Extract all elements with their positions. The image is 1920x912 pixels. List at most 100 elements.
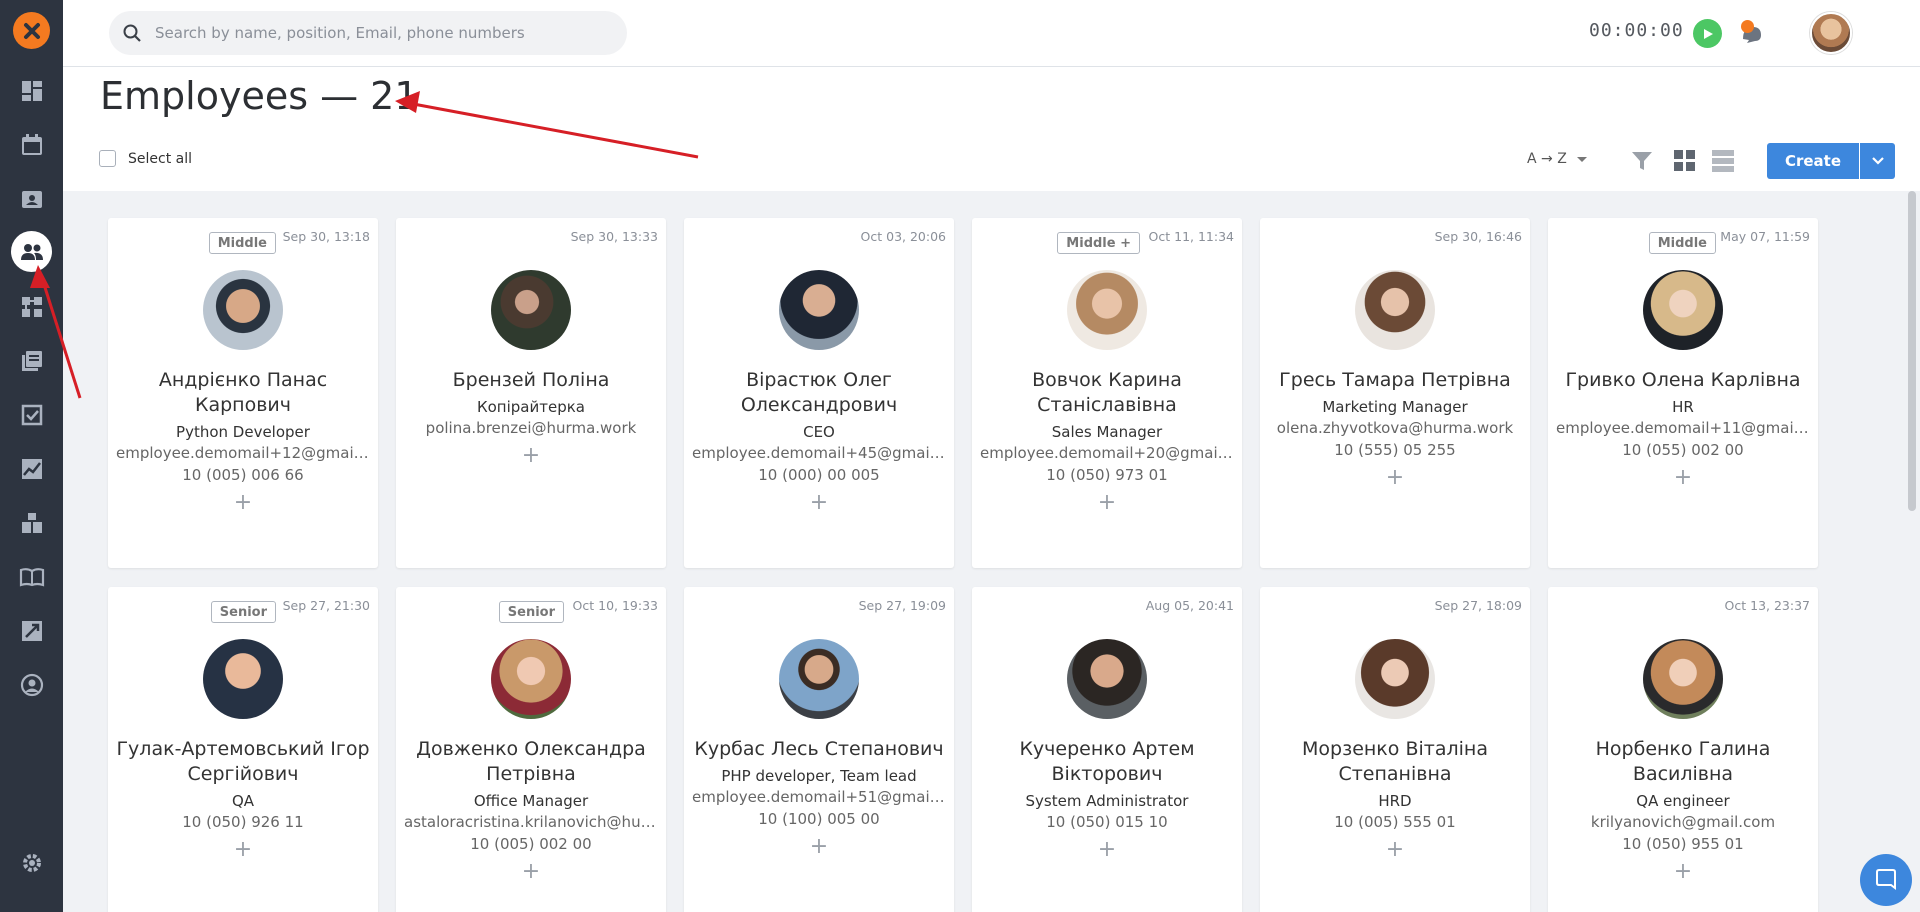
add-icon[interactable]: + xyxy=(980,837,1234,863)
employee-card[interactable]: Middle Sep 30, 13:18 Андрієнко Панас Кар… xyxy=(108,218,378,568)
employee-email[interactable]: olena.zhyvotkova@hurma.work xyxy=(1268,417,1522,439)
employee-avatar xyxy=(1643,639,1723,719)
employee-name[interactable]: Кучеренко Артем Вікторович xyxy=(980,737,1234,787)
employee-name[interactable]: Довженко Олександра Петрівна xyxy=(404,737,658,787)
reports-icon[interactable] xyxy=(11,610,52,651)
employee-phone: 10 (055) 002 00 xyxy=(1622,441,1744,459)
employee-avatar xyxy=(491,639,571,719)
employee-card[interactable]: Senior Oct 10, 19:33 Довженко Олександра… xyxy=(396,587,666,912)
employee-name[interactable]: Брензей Поліна xyxy=(404,368,658,393)
card-date: Oct 13, 23:37 xyxy=(1724,598,1810,613)
list-view-icon[interactable] xyxy=(1712,150,1734,172)
employee-name[interactable]: Гулак-Артемовський Ігор Сергійович xyxy=(116,737,370,787)
add-icon[interactable]: + xyxy=(404,443,658,469)
employee-email[interactable]: krilyanovich@gmail.com xyxy=(1556,811,1810,833)
search-input[interactable] xyxy=(155,24,595,42)
select-all-checkbox[interactable] xyxy=(99,150,116,167)
employee-name[interactable]: Морзенко Віталіна Степанівна xyxy=(1268,737,1522,787)
add-icon[interactable]: + xyxy=(1556,465,1810,491)
employee-email[interactable]: employee.demomail+11@gmail.com xyxy=(1556,417,1810,439)
time-tracker: 00:00:00 xyxy=(1589,20,1684,41)
employee-email[interactable]: employee.demomail+51@gmail.com xyxy=(692,786,946,808)
employee-email[interactable]: employee.demomail+20@gmail.com xyxy=(980,442,1234,464)
employee-card[interactable]: Oct 13, 23:37 Норбенко Галина Василівна … xyxy=(1548,587,1818,912)
settings-icon[interactable] xyxy=(11,842,52,883)
contacts-icon[interactable] xyxy=(11,178,52,219)
employee-email[interactable]: polina.brenzei@hurma.work xyxy=(404,417,658,439)
sort-label: A → Z xyxy=(1527,151,1567,167)
employee-phone: 10 (050) 926 11 xyxy=(182,813,304,831)
analytics-icon[interactable] xyxy=(11,448,52,489)
employee-position: Python Developer xyxy=(176,423,310,441)
scrollbar[interactable] xyxy=(1908,191,1916,511)
employee-card[interactable]: Oct 03, 20:06 Вірастюк Олег Олександрови… xyxy=(684,218,954,568)
card-date: Sep 30, 13:18 xyxy=(282,229,370,244)
profile-icon[interactable] xyxy=(11,664,52,705)
employee-name[interactable]: Норбенко Галина Василівна xyxy=(1556,737,1810,787)
create-dropdown-button[interactable] xyxy=(1860,143,1895,179)
employee-card[interactable]: Senior Sep 27, 21:30 Гулак-Артемовський … xyxy=(108,587,378,912)
employee-name[interactable]: Гресь Тамара Петрівна xyxy=(1268,368,1522,393)
employee-position: Sales Manager xyxy=(1051,423,1163,441)
add-icon[interactable]: + xyxy=(1268,465,1522,491)
logo-icon[interactable] xyxy=(13,12,50,49)
employee-avatar xyxy=(203,639,283,719)
select-all[interactable]: Select all xyxy=(99,150,192,167)
structure-icon[interactable] xyxy=(11,286,52,327)
filter-icon[interactable] xyxy=(1631,150,1653,172)
card-date: Sep 27, 18:09 xyxy=(1434,598,1522,613)
employee-name[interactable]: Андрієнко Панас Карпович xyxy=(116,368,370,418)
employee-position: Копірайтерка xyxy=(476,398,585,416)
calendar-icon[interactable] xyxy=(11,124,52,165)
employee-name[interactable]: Вірастюк Олег Олександрович xyxy=(692,368,946,418)
knowledge-icon[interactable] xyxy=(11,556,52,597)
select-all-label: Select all xyxy=(128,150,192,167)
employee-avatar xyxy=(779,270,859,350)
employee-card[interactable]: Sep 27, 19:09 Курбас Лесь Степанович PHP… xyxy=(684,587,954,912)
assets-icon[interactable] xyxy=(11,502,52,543)
employee-phone: 10 (050) 955 01 xyxy=(1622,835,1744,853)
employee-avatar xyxy=(1067,270,1147,350)
employee-avatar xyxy=(1643,270,1723,350)
card-date: May 07, 11:59 xyxy=(1720,229,1810,244)
user-avatar[interactable] xyxy=(1810,12,1852,54)
employee-email[interactable]: employee.demomail+12@gmail.com xyxy=(116,442,370,464)
documents-icon[interactable] xyxy=(11,340,52,381)
employee-name[interactable]: Вовчок Карина Станіславівна xyxy=(980,368,1234,418)
create-button[interactable]: Create xyxy=(1767,143,1859,179)
search-bar[interactable] xyxy=(109,11,627,55)
employee-phone: 10 (100) 005 00 xyxy=(758,810,880,828)
employee-position: PHP developer, Team lead xyxy=(721,767,917,785)
employee-card[interactable]: Sep 30, 13:33 Брензей Поліна Копірайтерк… xyxy=(396,218,666,568)
tasks-icon[interactable] xyxy=(11,394,52,435)
employee-card[interactable]: Sep 27, 18:09 Морзенко Віталіна Степанів… xyxy=(1260,587,1530,912)
add-icon[interactable]: + xyxy=(980,490,1234,516)
grid-view-icon[interactable] xyxy=(1674,150,1695,171)
people-icon[interactable] xyxy=(11,231,52,272)
add-icon[interactable]: + xyxy=(116,490,370,516)
add-icon[interactable]: + xyxy=(692,490,946,516)
employee-card[interactable]: Sep 30, 16:46 Гресь Тамара Петрівна Mark… xyxy=(1260,218,1530,568)
play-button[interactable] xyxy=(1693,19,1722,48)
level-badge: Middle xyxy=(208,232,276,254)
sort-dropdown[interactable]: A → Z xyxy=(1527,151,1587,167)
add-icon[interactable]: + xyxy=(692,834,946,860)
employee-position: CEO xyxy=(803,423,835,441)
employee-card[interactable]: Middle May 07, 11:59 Гривко Олена Карлів… xyxy=(1548,218,1818,568)
add-icon[interactable]: + xyxy=(1268,837,1522,863)
employee-name[interactable]: Гривко Олена Карлівна xyxy=(1556,368,1810,393)
card-date: Sep 27, 21:30 xyxy=(282,598,370,613)
add-icon[interactable]: + xyxy=(116,837,370,863)
add-icon[interactable]: + xyxy=(404,859,658,885)
employee-card[interactable]: Aug 05, 20:41 Кучеренко Артем Вікторович… xyxy=(972,587,1242,912)
notification-dot xyxy=(1741,20,1754,33)
employee-email[interactable]: employee.demomail+45@gmail.com xyxy=(692,442,946,464)
employee-phone: 10 (050) 015 10 xyxy=(1046,813,1168,831)
employee-phone: 10 (005) 006 66 xyxy=(182,466,304,484)
chat-button[interactable] xyxy=(1860,854,1912,906)
employee-card[interactable]: Middle + Oct 11, 11:34 Вовчок Карина Ста… xyxy=(972,218,1242,568)
employee-email[interactable]: astaloracristina.krilanovich@hurma.work xyxy=(404,811,658,833)
employee-name[interactable]: Курбас Лесь Степанович xyxy=(692,737,946,762)
dashboard-icon[interactable] xyxy=(11,70,52,111)
add-icon[interactable]: + xyxy=(1556,859,1810,885)
